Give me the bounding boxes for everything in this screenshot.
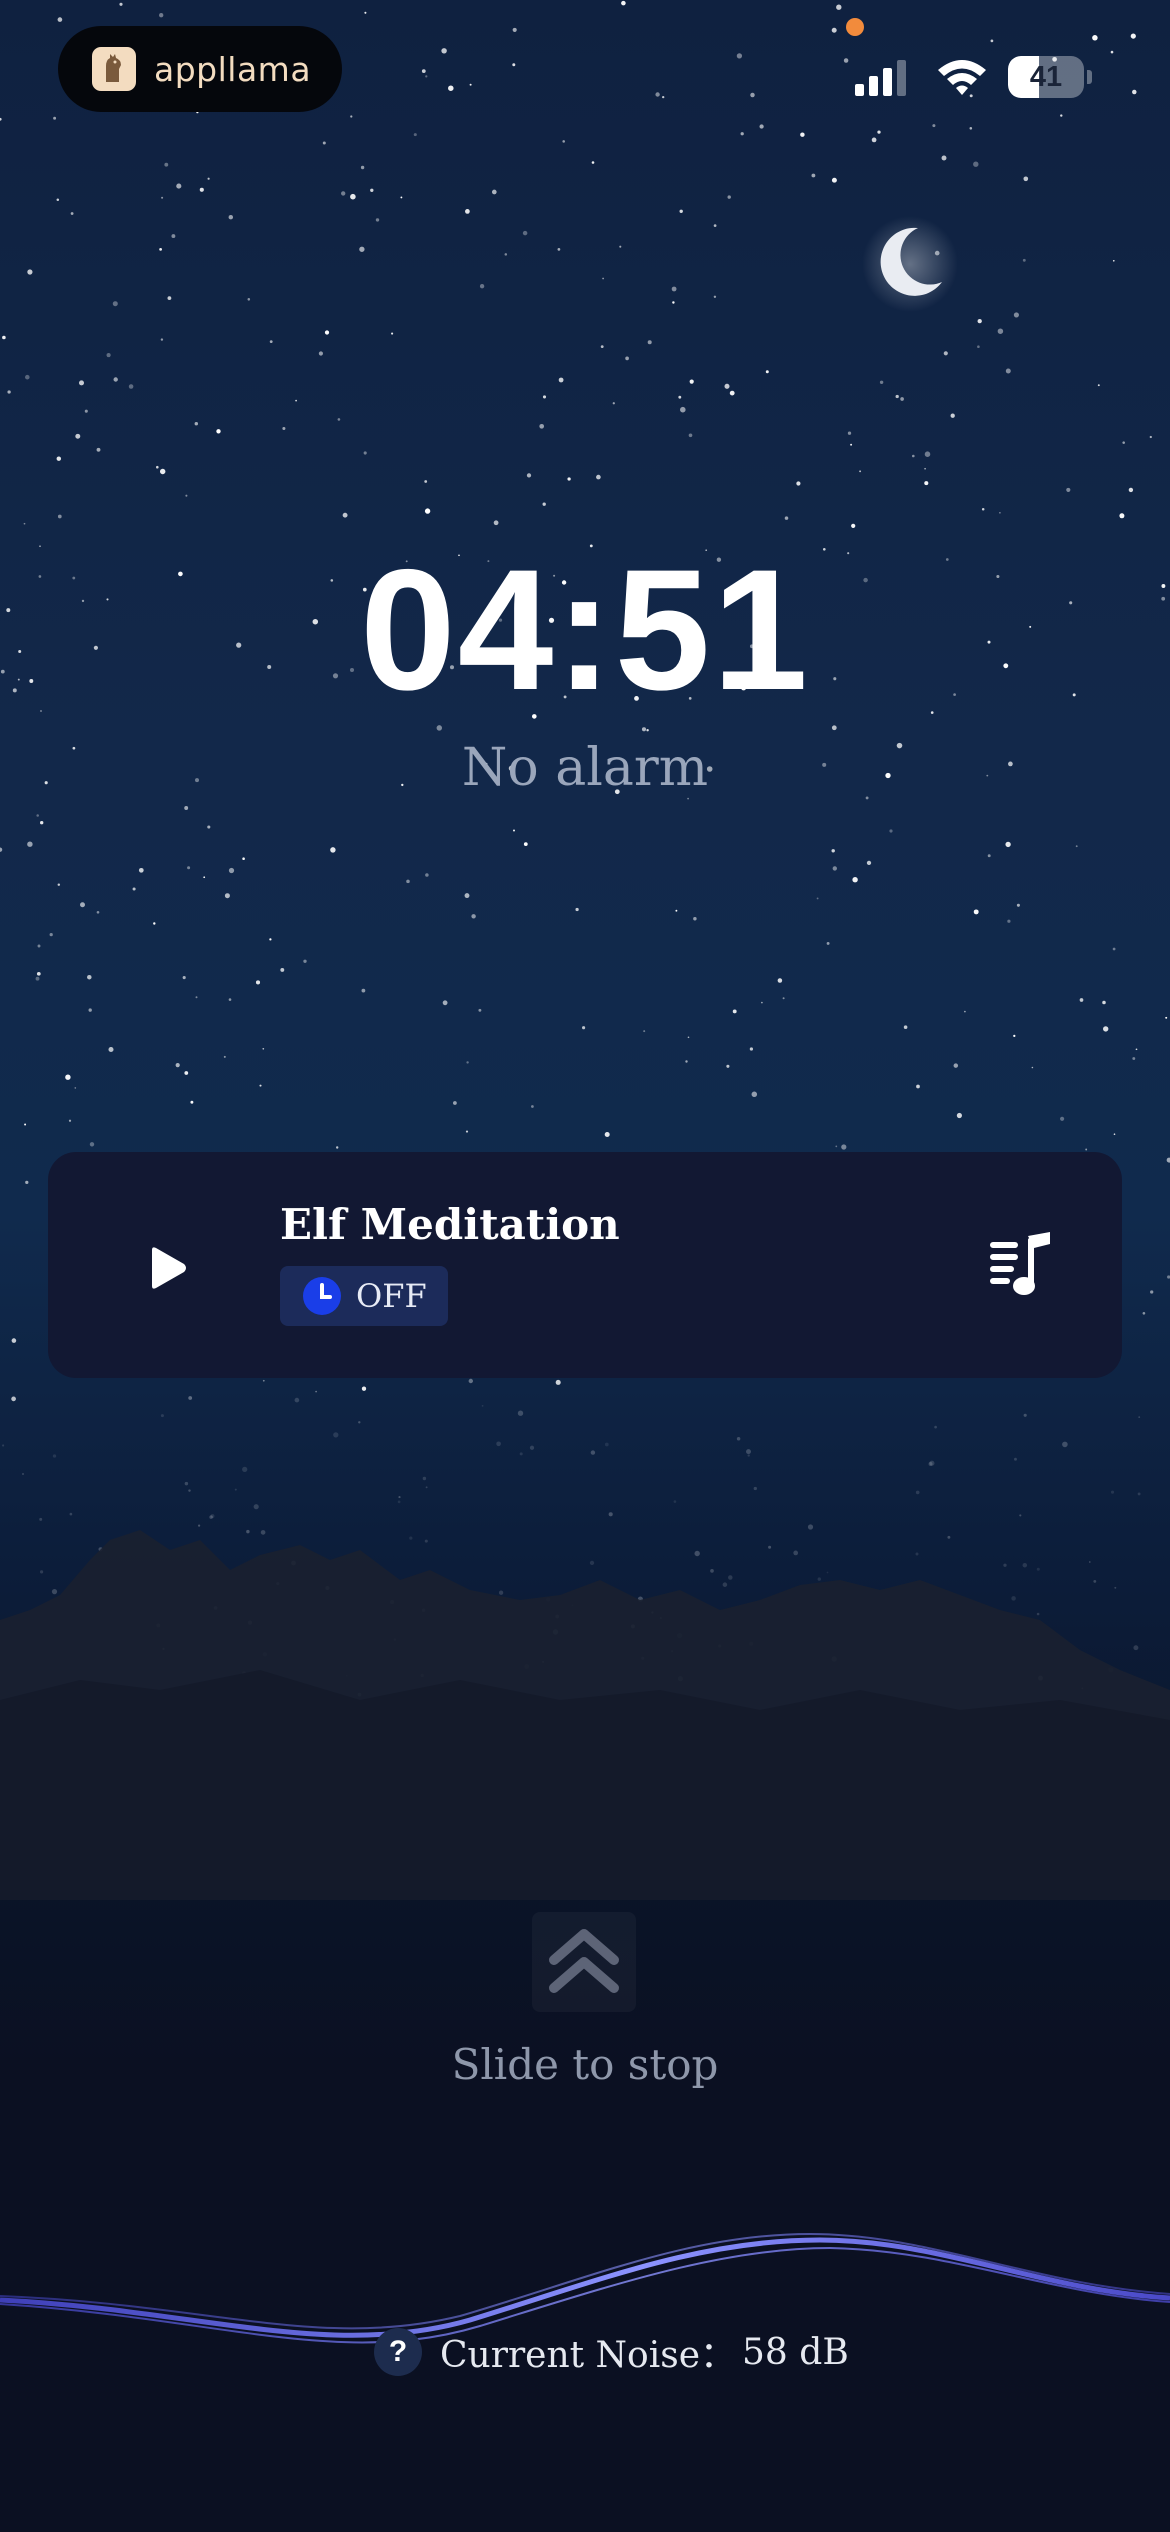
sleep-timer-label: OFF xyxy=(356,1277,427,1315)
track-title: Elf Meditation xyxy=(280,1200,620,1249)
recording-indicator-dot xyxy=(846,18,864,36)
sound-player-card: Elf Meditation OFF xyxy=(48,1152,1122,1378)
llama-logo-icon xyxy=(92,47,136,91)
clock-time: 04:51 xyxy=(360,534,810,726)
alarm-status[interactable]: No alarm xyxy=(0,738,1170,798)
star-field xyxy=(0,0,1170,1697)
playlist-music-icon[interactable] xyxy=(988,1232,1060,1300)
timer-clock-icon xyxy=(303,1277,341,1315)
app-badge: appllama xyxy=(58,26,342,112)
current-noise-label: Current Noise： xyxy=(440,2335,737,2376)
noise-help-button[interactable]: ? xyxy=(374,2328,422,2376)
slide-to-stop-label: Slide to stop xyxy=(451,2040,719,2089)
play-button-icon[interactable] xyxy=(140,1242,192,1294)
battery-indicator: 41 xyxy=(1008,56,1092,98)
sleep-timer-button[interactable]: OFF xyxy=(280,1266,448,1326)
wifi-icon xyxy=(938,60,986,95)
cellular-signal-icon xyxy=(855,60,906,96)
mountain-silhouette xyxy=(0,1530,1170,1900)
current-noise-value: 58 dB xyxy=(742,2331,849,2373)
moon-icon xyxy=(862,216,958,312)
battery-percentage: 41 xyxy=(1029,61,1063,93)
slide-up-handle[interactable] xyxy=(532,1912,636,2012)
app-brand-name: appllama xyxy=(154,49,312,89)
double-chevron-up-icon xyxy=(549,1929,619,1993)
current-noise-readout: ? Current Noise： 58 dB xyxy=(374,2324,849,2380)
